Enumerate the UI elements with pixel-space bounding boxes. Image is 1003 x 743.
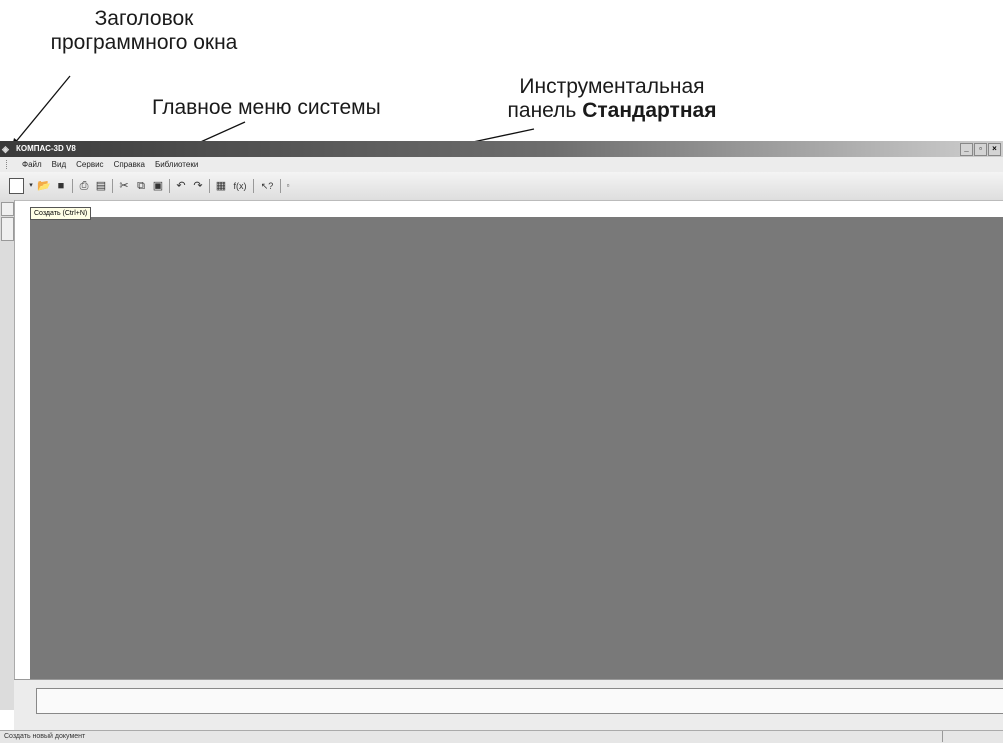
compact-panel-tab[interactable] (1, 202, 14, 216)
dropdown-arrow-icon[interactable]: ▾ (27, 178, 35, 194)
window-title: КОМПАС-3D V8 (16, 144, 76, 153)
paste-icon[interactable]: ▣ (150, 178, 166, 194)
main-menu-bar: Файл Вид Сервис Справка Библиотеки (0, 157, 1003, 172)
toolbar-separator (169, 179, 170, 193)
toolbar-separator (280, 179, 281, 193)
restore-button[interactable]: ▫ (974, 143, 987, 156)
copy-icon[interactable]: ⧉ (133, 178, 149, 194)
redo-icon[interactable]: ↷ (190, 178, 206, 194)
window-controls: _ ▫ × (960, 143, 1001, 156)
compact-panel (0, 200, 15, 710)
status-bar: Создать новый документ (0, 730, 1003, 743)
annotation-toolbar-line1: Инструментальная (519, 75, 705, 98)
print-icon[interactable]: ⎙ (76, 178, 92, 194)
compact-panel-tab[interactable] (1, 217, 14, 241)
menu-item-file[interactable]: Файл (22, 157, 42, 172)
new-document-icon[interactable] (9, 178, 24, 194)
help-pointer-icon[interactable]: ↖? (257, 178, 277, 194)
save-icon[interactable]: ■ (53, 178, 69, 194)
annotation-window-title: Заголовок программного окна (9, 7, 279, 55)
workspace-area[interactable] (30, 217, 1003, 679)
preview-icon[interactable]: ▤ (93, 178, 109, 194)
app-logo-icon: ◈ (2, 144, 9, 154)
status-text: Создать новый документ (4, 733, 86, 740)
properties-panel (14, 679, 1003, 731)
toolbar-separator (253, 179, 254, 193)
menu-item-service[interactable]: Сервис (76, 157, 103, 172)
minimize-button[interactable]: _ (960, 143, 973, 156)
window-titlebar[interactable]: ◈ КОМПАС-3D V8 _ ▫ × (0, 141, 1003, 157)
toolbar-overflow-icon[interactable]: ▫ (284, 178, 292, 194)
manager-icon[interactable]: ▦ (213, 178, 229, 194)
status-pane (942, 731, 1003, 742)
toolbar-separator (209, 179, 210, 193)
close-button[interactable]: × (988, 143, 1001, 156)
menu-item-help[interactable]: Справка (114, 157, 145, 172)
open-folder-icon[interactable]: 📂 (36, 178, 52, 194)
tooltip-create: Создать (Ctrl+N) (30, 207, 92, 220)
annotation-toolbar-bold: Стандартная (582, 99, 717, 122)
standard-toolbar: ▾ 📂 ■ ⎙ ▤ ✂ ⧉ ▣ ↶ ↷ ▦ f(x) ↖? ▫ (0, 172, 1003, 201)
properties-field[interactable] (36, 688, 1003, 714)
cut-icon[interactable]: ✂ (116, 178, 132, 194)
menu-item-libraries[interactable]: Библиотеки (155, 157, 198, 172)
annotation-window-title-line2: программного окна (50, 31, 238, 54)
annotation-toolbar: Инструментальная панель Стандартная (462, 75, 762, 123)
annotation-toolbar-prefix: панель (507, 99, 583, 122)
menu-grip-handle[interactable] (6, 160, 10, 169)
menu-item-view[interactable]: Вид (52, 157, 66, 172)
annotation-main-menu: Главное меню системы (152, 96, 381, 119)
toolbar-separator (112, 179, 113, 193)
undo-icon[interactable]: ↶ (173, 178, 189, 194)
arrow-to-title (13, 75, 71, 145)
function-icon[interactable]: f(x) (230, 178, 250, 194)
annotation-window-title-line1: Заголовок (94, 7, 194, 30)
annotation-toolbar-line2: панель Стандартная (462, 99, 762, 123)
toolbar-separator (72, 179, 73, 193)
